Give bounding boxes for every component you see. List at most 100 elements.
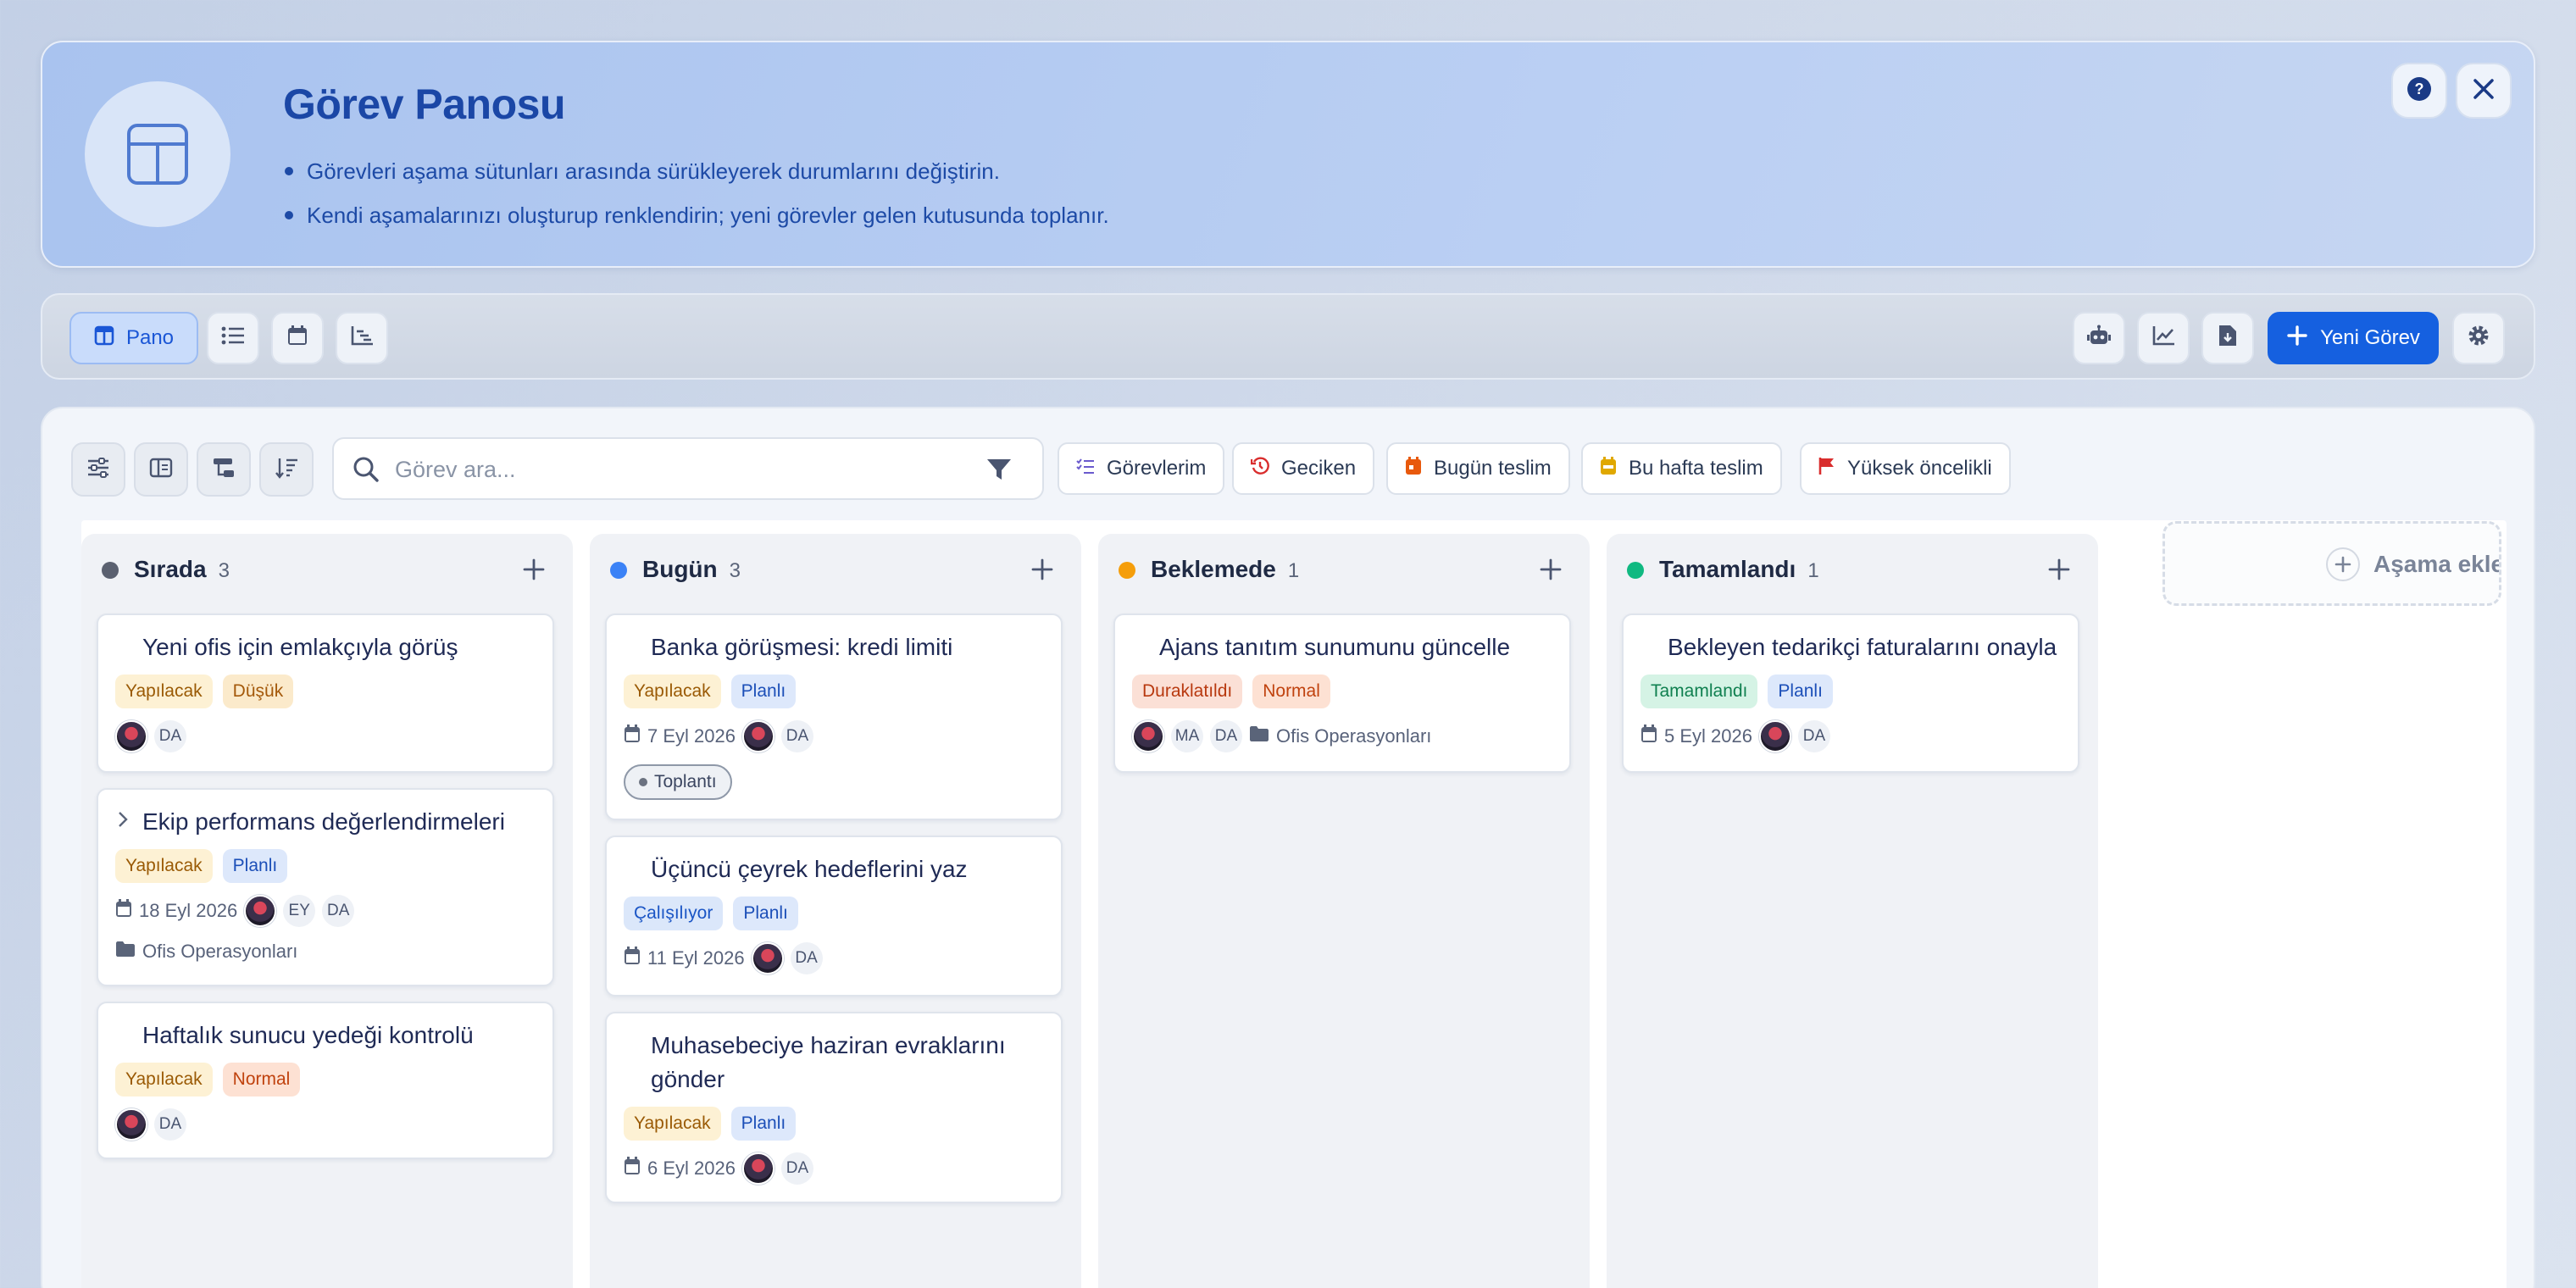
chip-due-today[interactable]: Bugün teslim: [1386, 442, 1570, 495]
add-task-plus-icon[interactable]: [519, 554, 549, 585]
group-button[interactable]: [197, 442, 251, 497]
assignee-initials: DA: [322, 895, 355, 927]
column-header: Tamamlandı 1: [1607, 534, 2098, 602]
task-meta: DA: [115, 720, 186, 752]
task-title: Banka görüşmesi: kredi limiti: [651, 634, 953, 660]
toggle-sidebar-button[interactable]: [134, 442, 188, 497]
add-task-plus-icon[interactable]: [1027, 554, 1058, 585]
chevron-right-icon[interactable]: [115, 810, 130, 833]
task-card[interactable]: Ajans tanıtım sunumunu güncelle Duraklat…: [1113, 613, 1571, 773]
status-badge: Yapılacak: [115, 1063, 213, 1096]
hero-bullet: Kendi aşamalarınızı oluşturup renklendir…: [283, 193, 1109, 237]
due-date: 18 Eyl 2026: [139, 900, 238, 921]
add-task-plus-icon[interactable]: [2044, 554, 2074, 585]
task-badges: Çalışılıyor Planlı: [624, 897, 798, 930]
priority-badge: Normal: [1252, 675, 1330, 708]
task-title: Yeni ofis için emlakçıyla görüş: [142, 634, 458, 660]
task-meta: MA DA Ofis Operasyonları: [1132, 720, 1431, 752]
chip-my-tasks[interactable]: Görevlerim: [1058, 442, 1225, 495]
assignee-initials: DA: [154, 1108, 186, 1141]
view-calendar-button[interactable]: [271, 312, 324, 364]
project-name: Ofis Operasyonları: [1276, 725, 1432, 747]
history-icon: [1250, 456, 1269, 481]
add-task-plus-icon[interactable]: [1535, 554, 1566, 585]
view-board-button[interactable]: Pano: [69, 312, 198, 364]
board-layout-icon: [85, 81, 230, 227]
settings-button[interactable]: [2452, 312, 2505, 364]
close-button[interactable]: [2456, 63, 2512, 119]
sort-button[interactable]: [259, 442, 314, 497]
add-stage-button[interactable]: Aşama ekle: [2162, 521, 2501, 606]
task-card[interactable]: Muhasebeciye haziran evraklarını gönder …: [605, 1012, 1063, 1203]
task-card[interactable]: Banka görüşmesi: kredi limiti Yapılacak …: [605, 613, 1063, 820]
stage-color-dot: [1119, 562, 1135, 579]
status-badge: Çalışılıyor: [624, 897, 724, 930]
column-title: Tamamlandı 1: [1659, 556, 1819, 582]
task-badges: Tamamlandı Planlı: [1641, 675, 1833, 708]
assignee-initials: DA: [780, 720, 813, 752]
view-list-button[interactable]: [207, 312, 259, 364]
view-board-label: Pano: [125, 326, 175, 349]
chip-label: Bu hafta teslim: [1629, 457, 1763, 480]
task-card[interactable]: Yeni ofis için emlakçıyla görüş Yapılaca…: [97, 613, 554, 773]
assignee-initials: DA: [154, 720, 186, 752]
file-download-icon: [2218, 324, 2238, 353]
filter-icon[interactable]: [986, 458, 1012, 486]
priority-badge: Planlı: [222, 849, 288, 883]
column-bugun: Bugün 3 Banka görüşmesi: kredi limiti Yap…: [590, 534, 1081, 1288]
stage-color-dot: [1627, 562, 1644, 579]
view-gantt-button[interactable]: [336, 312, 388, 364]
task-card[interactable]: Bekleyen tedarikçi faturalarını onayla T…: [1622, 613, 2079, 773]
column-title: Sırada 3: [134, 556, 230, 582]
task-card[interactable]: Haftalık sunucu yedeği kontrolü Yapılaca…: [97, 1002, 554, 1159]
calendar-icon: [1641, 724, 1657, 748]
task-title: Haftalık sunucu yedeği kontrolü: [142, 1022, 474, 1048]
due-date: 11 Eyl 2026: [647, 947, 745, 969]
tag-label: Toplantı: [654, 772, 717, 791]
chip-overdue[interactable]: Geciken: [1232, 442, 1375, 495]
question-circle-icon: ?: [2407, 76, 2432, 106]
assignee-initials: EY: [283, 895, 316, 927]
chip-label: Yüksek öncelikli: [1847, 457, 1992, 480]
avatar: [115, 720, 147, 752]
board-icon: [94, 325, 114, 352]
status-badge: Yapılacak: [115, 849, 213, 883]
chart-line-icon: [2151, 325, 2175, 353]
status-badge: Duraklatıldı: [1132, 675, 1243, 708]
new-task-label: Yeni Görev: [2320, 326, 2420, 349]
automation-button[interactable]: [2073, 312, 2125, 364]
calendar-week-icon: [1600, 456, 1617, 481]
task-badges: Duraklatıldı Normal: [1132, 675, 1330, 708]
stage-color-dot: [610, 562, 627, 579]
column-beklemede: Beklemede 1 Ajans tanıtım sunumunu güncel…: [1098, 534, 1590, 1288]
assignee-initials: DA: [1797, 720, 1830, 752]
avatar: [115, 1108, 147, 1141]
task-card[interactable]: Üçüncü çeyrek hedeflerini yaz Çalışılıyo…: [605, 836, 1063, 997]
export-button[interactable]: [2201, 312, 2254, 364]
task-title: Muhasebeciye haziran evraklarını gönder: [651, 1029, 1006, 1096]
calendar-icon: [624, 947, 641, 970]
column-count: 1: [1807, 559, 1819, 582]
chip-high-priority[interactable]: Yüksek öncelikli: [1800, 442, 2011, 495]
priority-badge: Planlı: [730, 675, 797, 708]
close-icon: [2472, 77, 2496, 105]
avatar: [244, 895, 277, 927]
hero-bullet: Görevleri aşama sütunları arasında sürük…: [283, 149, 1109, 193]
search-input[interactable]: [395, 452, 971, 486]
status-badge: Yapılacak: [115, 675, 213, 708]
task-badges: Yapılacak Planlı: [624, 675, 797, 708]
search-icon: [353, 456, 380, 487]
new-task-button[interactable]: Yeni Görev: [2268, 312, 2439, 364]
filter-settings-button[interactable]: [71, 442, 125, 497]
plus-icon: [2326, 547, 2360, 581]
task-card[interactable]: Ekip performans değerlendirmeleri Yapıla…: [97, 788, 554, 986]
chip-label: Bugün teslim: [1434, 457, 1552, 480]
help-button[interactable]: ?: [2391, 63, 2447, 119]
due-date: 5 Eyl 2026: [1664, 725, 1752, 747]
due-date: 6 Eyl 2026: [647, 1158, 736, 1179]
chip-due-this-week[interactable]: Bu hafta teslim: [1581, 442, 1782, 495]
reports-button[interactable]: [2137, 312, 2190, 364]
tag-pill[interactable]: Toplantı: [624, 764, 732, 800]
dot-icon: [639, 778, 647, 786]
svg-text:?: ?: [2415, 80, 2424, 97]
